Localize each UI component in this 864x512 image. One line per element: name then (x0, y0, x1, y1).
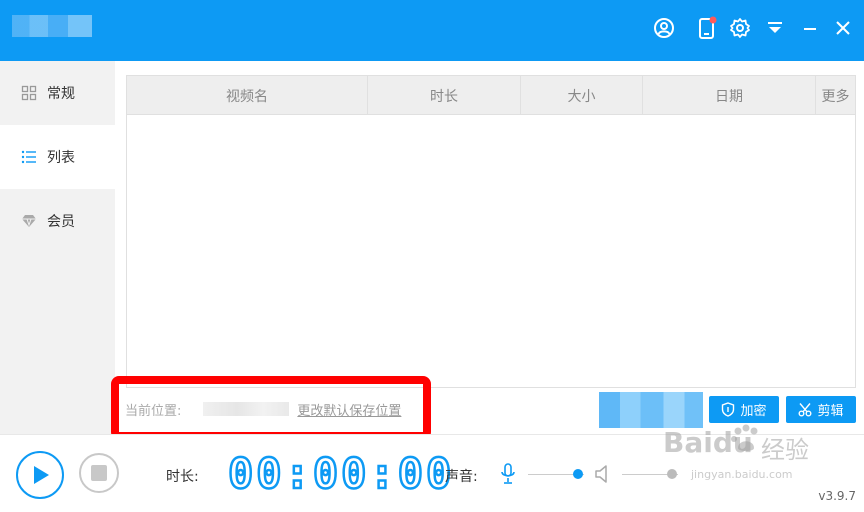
column-header-date[interactable]: 日期 (643, 76, 816, 115)
minimize-icon[interactable] (798, 16, 822, 40)
version-label: v3.9.7 (818, 489, 856, 503)
column-header-size[interactable]: 大小 (521, 76, 643, 115)
title-bar (0, 0, 864, 61)
scissors-icon (798, 403, 812, 417)
sidebar-item-list[interactable]: 列表 (0, 125, 115, 189)
sidebar-item-label: 常规 (47, 86, 75, 102)
stop-icon (91, 465, 107, 481)
list-icon (20, 148, 38, 166)
microphone-icon[interactable] (500, 463, 516, 489)
video-table: 视频名 时长 大小 日期 更多 (126, 75, 856, 388)
play-icon (34, 466, 49, 484)
encrypt-label: 加密 (740, 404, 767, 419)
sidebar: 常规 列表 会员 (0, 61, 115, 434)
play-button[interactable] (16, 451, 64, 499)
grid-icon (20, 84, 38, 102)
stop-button[interactable] (79, 453, 119, 493)
close-icon[interactable] (831, 16, 855, 40)
sidebar-item-label: 列表 (47, 150, 75, 166)
mic-volume-knob[interactable] (573, 469, 584, 479)
baidu-watermark: Baidu 经验 jingyan.baidu.com (663, 418, 823, 492)
diamond-icon (20, 212, 38, 230)
duration-timer: 00:00:00 (227, 448, 455, 499)
column-header-name[interactable]: 视频名 (127, 76, 368, 115)
sidebar-item-vip[interactable]: 会员 (0, 189, 115, 253)
table-header: 视频名 时长 大小 日期 更多 (127, 76, 855, 115)
cut-label: 剪辑 (817, 404, 844, 419)
column-header-more[interactable]: 更多 (816, 76, 855, 115)
sidebar-item-label: 会员 (47, 214, 75, 230)
gear-icon[interactable] (728, 16, 752, 40)
sidebar-item-general[interactable]: 常规 (0, 61, 115, 125)
paw-icon (731, 424, 758, 451)
sound-label: 声音: (445, 469, 478, 485)
highlight-annotation (111, 376, 431, 440)
phone-icon[interactable] (695, 16, 719, 40)
dropdown-icon[interactable] (763, 16, 787, 40)
user-icon[interactable] (652, 16, 676, 40)
app-logo (12, 15, 92, 37)
duration-label: 时长: (166, 469, 199, 485)
watermark-brand-cn: 经验 (761, 436, 809, 464)
speaker-icon[interactable] (594, 464, 612, 488)
watermark-url: jingyan.baidu.com (691, 468, 793, 481)
column-header-duration[interactable]: 时长 (368, 76, 521, 115)
shield-icon (722, 402, 735, 417)
